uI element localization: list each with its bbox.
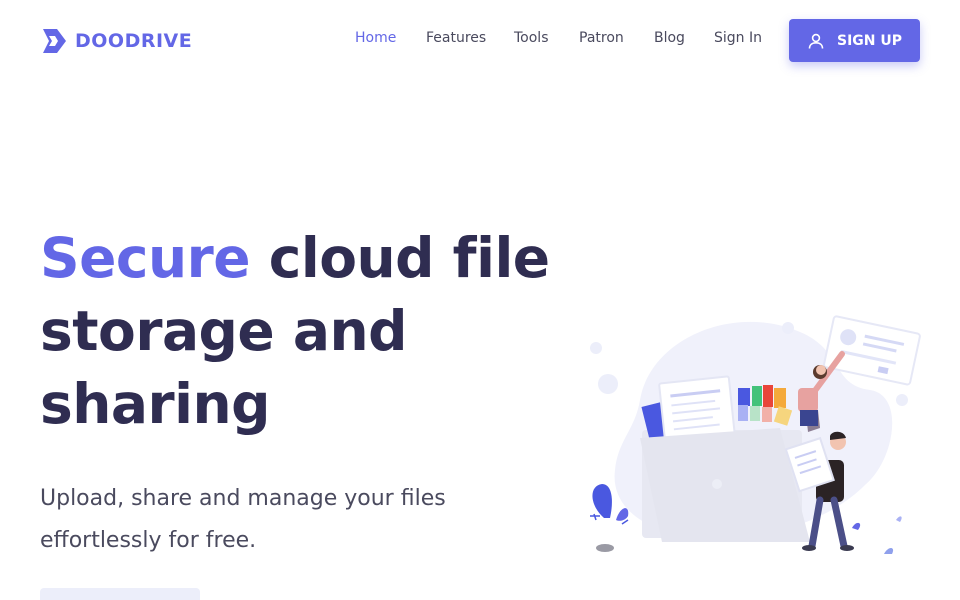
- hero-title-line2: storage and: [40, 299, 408, 363]
- hero-title-line1-rest: cloud file: [250, 226, 550, 290]
- nav-link-blog[interactable]: Blog: [654, 30, 685, 46]
- illustration-svg: [590, 315, 921, 554]
- hero-cta-placeholder: [40, 588, 200, 600]
- hero-title-line3: sharing: [40, 372, 271, 436]
- nav-link-home[interactable]: Home: [355, 30, 396, 46]
- hero-subtitle: Upload, share and manage your files effor…: [40, 478, 510, 562]
- nav-link-tools[interactable]: Tools: [514, 30, 549, 46]
- sign-up-button[interactable]: SIGN UP: [789, 19, 920, 62]
- nav-link-features[interactable]: Features: [426, 30, 486, 46]
- cloud-file-storage-illustration: [580, 310, 925, 565]
- site-header: DOODRIVE Home Features Tools Patron Blog…: [0, 0, 960, 80]
- user-icon: [808, 33, 824, 49]
- nav-link-patron[interactable]: Patron: [579, 30, 624, 46]
- hero-title: Secure cloud file storage and sharing: [40, 222, 560, 441]
- sign-up-label: SIGN UP: [836, 32, 902, 49]
- hero-title-accent: Secure: [40, 226, 251, 290]
- nav-link-sign-in[interactable]: Sign In: [714, 30, 762, 46]
- hero-subtitle-line2: effortlessly for free.: [40, 528, 257, 553]
- hero-subtitle-line1: Upload, share and manage your files: [40, 486, 446, 511]
